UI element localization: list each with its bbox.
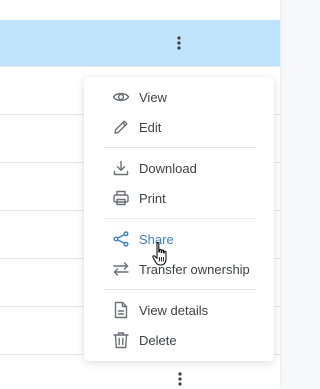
- menu-divider: [104, 218, 256, 219]
- share-icon: [112, 230, 130, 248]
- menu-item-label: Download: [139, 160, 197, 176]
- kebab-icon: [177, 36, 181, 50]
- menu-item-label: Transfer ownership: [139, 261, 250, 277]
- document-icon: [112, 301, 130, 319]
- table-row-selected[interactable]: [0, 20, 280, 66]
- menu-item-view[interactable]: View: [84, 83, 274, 111]
- menu-item-view-details[interactable]: View details: [84, 296, 274, 324]
- more-options-button[interactable]: [170, 369, 190, 389]
- menu-item-label: Edit: [139, 119, 162, 135]
- menu-item-label: View: [139, 89, 167, 105]
- transfer-arrows-icon: [112, 260, 130, 278]
- pencil-icon: [112, 118, 130, 136]
- menu-item-edit[interactable]: Edit: [84, 113, 274, 141]
- menu-item-download[interactable]: Download: [84, 154, 274, 182]
- menu-item-delete[interactable]: Delete: [84, 326, 274, 354]
- menu-divider: [104, 147, 256, 148]
- menu-item-share[interactable]: Share: [84, 225, 274, 253]
- row-divider: [0, 66, 280, 67]
- scroll-gutter: [280, 0, 317, 388]
- download-icon: [112, 159, 130, 177]
- menu-item-label: Delete: [139, 332, 177, 348]
- menu-item-label: View details: [139, 302, 209, 318]
- printer-icon: [112, 189, 130, 207]
- menu-divider: [104, 289, 256, 290]
- menu-item-print[interactable]: Print: [84, 184, 274, 212]
- menu-item-transfer-ownership[interactable]: Transfer ownership: [84, 255, 274, 283]
- more-options-button[interactable]: [169, 33, 189, 53]
- eye-icon: [112, 88, 130, 106]
- table-row[interactable]: [0, 0, 280, 21]
- menu-item-label: Print: [139, 190, 166, 206]
- context-menu: View Edit Download Print Share Transfer …: [84, 77, 274, 361]
- trash-icon: [112, 331, 130, 349]
- menu-item-label: Share: [139, 231, 174, 247]
- kebab-icon: [178, 372, 182, 386]
